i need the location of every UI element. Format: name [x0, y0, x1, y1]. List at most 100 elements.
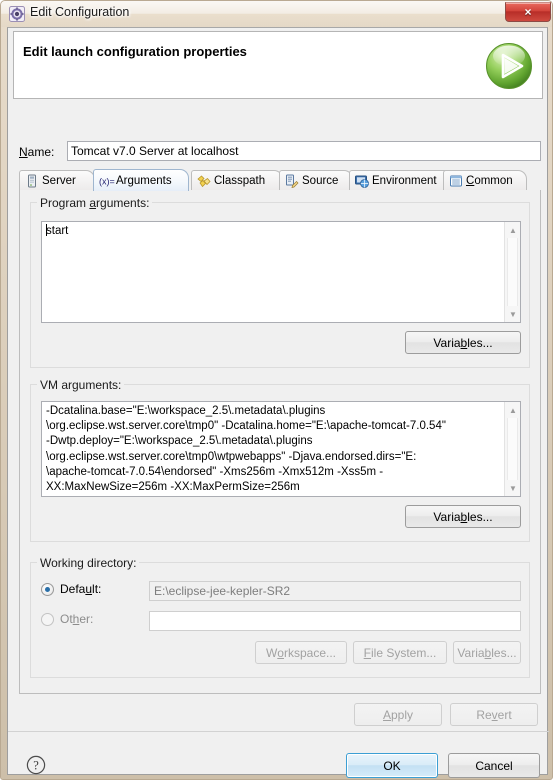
scroll-down-icon[interactable]: ▼ [505, 480, 520, 496]
tab-bar: Server (x)= Arguments Classpath Source E… [19, 169, 541, 191]
vm-arguments-value: -Dcatalina.base="E:\workspace_2.5\.metad… [46, 404, 502, 495]
tab-environment[interactable]: Environment [349, 170, 453, 191]
scroll-up-icon[interactable]: ▲ [505, 222, 520, 238]
ok-button[interactable]: OK [346, 753, 438, 778]
common-icon [449, 174, 463, 188]
program-arguments-textarea[interactable]: start ▲ ▼ [41, 221, 521, 323]
workspace-button[interactable]: Wo rkspace... [255, 641, 347, 664]
eclipse-config-icon [9, 6, 25, 22]
variables-button-pre: Varia [433, 509, 461, 524]
environment-icon [355, 174, 369, 188]
program-arguments-scrollbar[interactable]: ▲ ▼ [504, 222, 520, 322]
variables-button-pre: Varia [433, 335, 461, 350]
cancel-button[interactable]: Cancel [448, 753, 540, 778]
program-arguments-label-c: rguments: [96, 196, 150, 210]
working-directory-other-label: Other: [60, 612, 93, 626]
workspace-button-accel: o [277, 645, 284, 660]
scroll-up-icon[interactable]: ▲ [505, 402, 520, 418]
working-directory-variables-button[interactable]: Varia b les... [453, 641, 521, 664]
file-system-button-post: ile System... [370, 645, 437, 660]
tab-server[interactable]: Server [19, 170, 95, 191]
working-directory-default-field: E:\eclipse-jee-kepler-SR2 [149, 581, 521, 601]
source-icon [285, 174, 299, 188]
run-play-icon [484, 41, 534, 91]
radio-default-icon[interactable] [41, 582, 54, 596]
window-title-bar[interactable]: Edit Configuration × [1, 1, 552, 27]
variables-button-accel: b [484, 645, 492, 660]
svg-text:(x)=: (x)= [99, 176, 115, 186]
name-label-rest: ame: [27, 145, 55, 159]
tab-common-label: Common [466, 175, 513, 187]
vm-arguments-scrollbar[interactable]: ▲ ▼ [504, 402, 520, 496]
window-title: Edit Configuration [30, 5, 130, 19]
radio-other-icon[interactable] [41, 612, 54, 626]
working-directory-default-label: Default: [60, 582, 101, 596]
close-icon: × [524, 5, 532, 19]
scroll-down-icon[interactable]: ▼ [505, 306, 520, 322]
edit-configuration-window: Edit Configuration × Edit launch configu… [0, 0, 553, 780]
program-arguments-variables-button[interactable]: Varia b les... [405, 331, 521, 354]
other-label-post: er: [79, 612, 94, 626]
scroll-track[interactable] [507, 418, 518, 480]
revert-button-pre: Re [476, 707, 492, 722]
close-button[interactable]: × [505, 2, 551, 22]
working-directory-default-radio-row[interactable]: Default: [41, 582, 101, 596]
revert-button-post: ert [497, 707, 512, 722]
variables-button-accel: b [460, 509, 468, 524]
default-label-pre: Defa [60, 582, 86, 596]
vm-arguments-textarea[interactable]: -Dcatalina.base="E:\workspace_2.5\.metad… [41, 401, 521, 497]
program-arguments-value: start [46, 224, 502, 239]
program-arguments-label-a: Program [40, 196, 90, 210]
tab-classpath-label: Classpath [214, 175, 266, 187]
arguments-variable-icon: (x)= [99, 174, 115, 188]
tab-arguments-label: Arguments [116, 174, 172, 187]
name-label: Name: [19, 145, 54, 159]
vm-arguments-variables-button[interactable]: Varia b les... [405, 505, 521, 528]
scroll-track[interactable] [507, 238, 518, 306]
variables-button-accel: b [460, 335, 468, 350]
vm-args-line: \org.eclipse.wst.server.core\tmp0\wtpweb… [46, 450, 417, 463]
arguments-tab-page: Program arguments: start ▲ ▼ Varia b les..… [19, 190, 541, 726]
page-title: Edit launch configuration properties [23, 44, 247, 59]
help-question-icon[interactable]: ? [26, 755, 46, 775]
program-arguments-text: start [46, 225, 69, 237]
vm-arguments-group: VM arguments: -Dcatalina.base="E:\worksp… [30, 378, 530, 542]
tab-classpath[interactable]: Classpath [191, 170, 283, 191]
tab-source-label: Source [302, 175, 339, 187]
tab-server-label: Server [42, 175, 76, 187]
tab-source[interactable]: Source [279, 170, 353, 191]
revert-button[interactable]: Re v ert [450, 703, 538, 726]
program-arguments-label: Program arguments: [37, 196, 153, 210]
svg-text:?: ? [33, 758, 39, 772]
working-directory-group: Working directory: Default: E:\eclipse-j… [30, 556, 530, 678]
vm-args-line: XX:MaxNewSize=256m -XX:MaxPermSize=256m [46, 481, 300, 494]
server-icon [25, 174, 39, 188]
apply-button[interactable]: Apply [354, 703, 442, 726]
working-directory-other-input[interactable] [149, 611, 521, 631]
variables-button-post: les... [491, 645, 517, 660]
file-system-button[interactable]: File System... [353, 641, 447, 664]
dialog-client-area: Edit launch configuration properties Nam… [7, 27, 549, 778]
default-label-post: lt: [92, 582, 102, 596]
workspace-button-pre: W [265, 645, 278, 660]
variables-button-post: les... [467, 335, 493, 350]
tab-environment-label: Environment [372, 175, 437, 187]
vm-args-line: \org.eclipse.wst.server.core\tmp0" -Dcat… [46, 420, 446, 433]
bottom-separator [8, 731, 549, 732]
name-label-accel: N [19, 145, 28, 159]
other-label-pre: Ot [60, 612, 73, 626]
name-input[interactable] [67, 141, 541, 161]
vm-arguments-label: VM arguments: [37, 378, 125, 392]
vm-args-line: -Dwtp.deploy="E:\workspace_2.5\.metadata… [46, 435, 313, 448]
apply-button-post: pply [391, 707, 414, 722]
tab-common-label-rest: ommon [474, 175, 513, 187]
working-directory-other-radio-row[interactable]: Other: [41, 612, 93, 626]
vm-args-line: \apache-tomcat-7.0.54\endorsed" -Xms256m… [46, 465, 384, 478]
workspace-button-post: rkspace... [283, 645, 337, 660]
file-system-button-accel: F [363, 645, 371, 660]
variables-button-pre: Varia [457, 645, 485, 660]
dialog-header-banner: Edit launch configuration properties [13, 31, 543, 99]
tab-arguments[interactable]: (x)= Arguments [93, 169, 189, 191]
tab-common[interactable]: Common [443, 170, 527, 191]
vm-args-line: -Dcatalina.base="E:\workspace_2.5\.metad… [46, 405, 326, 417]
